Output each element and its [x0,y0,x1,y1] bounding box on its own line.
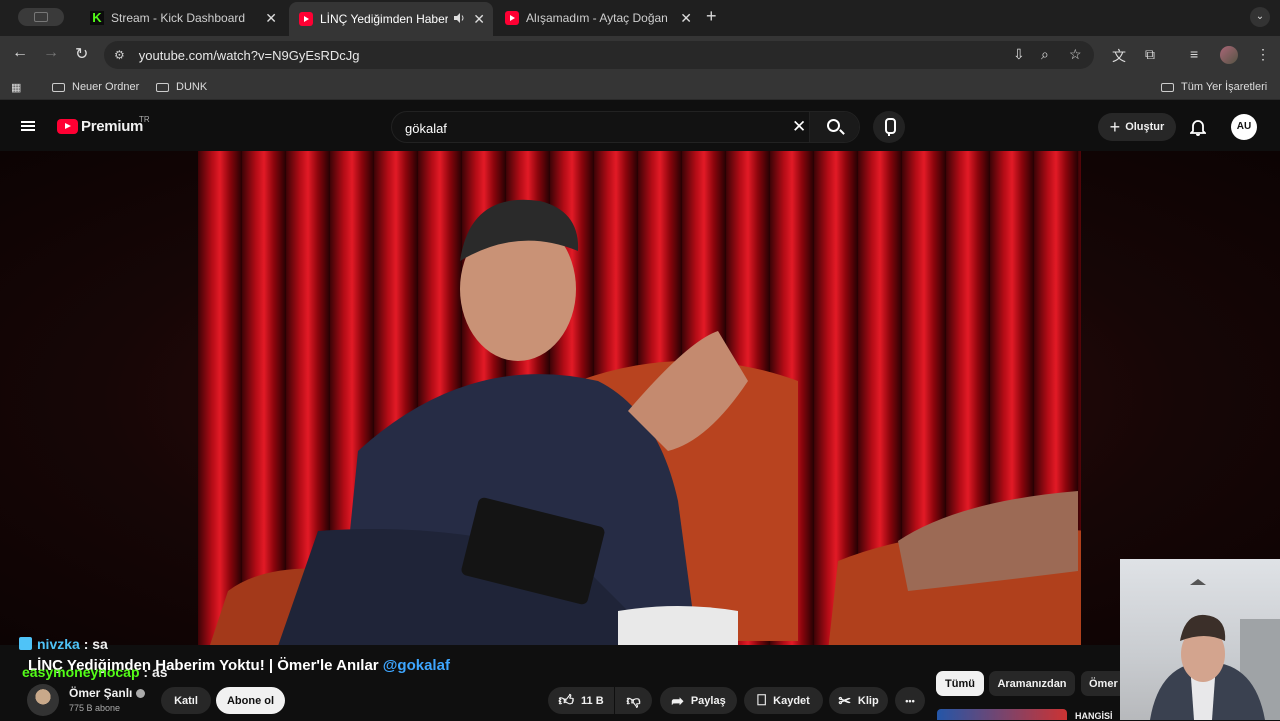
new-tab-button[interactable]: + [706,6,717,27]
clear-search-icon[interactable]: ✕ [792,117,806,137]
url-text[interactable]: youtube.com/watch?v=N9GyEsRDcJg [139,48,360,63]
clip-button[interactable]: ✂ Klip [829,687,888,714]
tab-title: Stream - Kick Dashboard [111,11,246,25]
more-actions-button[interactable]: ••• [895,687,925,714]
extensions-icon[interactable]: ⧉ [1145,46,1155,63]
youtube-icon [299,12,313,26]
forward-icon[interactable]: → [43,44,59,62]
close-tab-icon[interactable]: ✕ [265,10,277,27]
search-box[interactable]: gökalaf ✕ [391,111,860,143]
video-frame[interactable] [198,151,1081,645]
window-switcher-button[interactable] [18,8,64,26]
folder-icon [52,82,65,92]
browser-toolbar: ← → ↻ ⚙ youtube.com/watch?v=N9GyEsRDcJg … [0,36,1280,74]
more-icon: ••• [905,695,915,706]
profile-avatar[interactable] [1220,46,1238,64]
share-icon: ➦ [671,692,684,710]
notifications-bell-icon[interactable] [1188,118,1208,136]
thumbs-down-icon: 👎︎ [626,692,641,708]
plus-icon: + [1109,116,1121,137]
youtube-logo-icon[interactable] [57,119,78,134]
tab-search-icon[interactable]: ⌄ [1250,7,1270,27]
chip-from-search[interactable]: Aramanızdan [989,671,1075,696]
window-icon [34,12,48,22]
youtube-icon [505,11,519,25]
subscriber-count: 775 B abone [69,703,121,713]
channel-mention-link[interactable]: @gokalaf [383,657,450,674]
channel-name[interactable]: Ömer Şanlı [69,686,146,700]
close-tab-icon[interactable]: ✕ [473,11,485,28]
search-icon [827,119,840,132]
media-queue-icon[interactable]: ≡ [1190,46,1198,62]
share-button[interactable]: ➦ Paylaş [660,687,737,714]
all-bookmarks[interactable]: Tüm Yer İşaretleri [1161,81,1267,93]
tab-kick-dashboard[interactable]: K Stream - Kick Dashboard ✕ [80,4,285,32]
account-avatar[interactable]: AU [1231,114,1257,140]
address-bar[interactable]: ⚙ youtube.com/watch?v=N9GyEsRDcJg [104,41,1094,69]
bookmark-icon: ⎕ [757,692,767,709]
bookmark-star-icon[interactable]: ☆ [1069,46,1082,63]
webcam-scene [1150,579,1280,720]
reload-icon[interactable]: ↻ [75,44,88,64]
chip-all[interactable]: Tümü [936,671,984,696]
search-button[interactable] [809,112,859,142]
dislike-button[interactable]: 👎︎ [615,687,652,714]
browser-tab-bar: K Stream - Kick Dashboard ✕ LİNÇ Yediğim… [0,0,1280,36]
webcam-overlay [1120,559,1280,720]
translate-icon[interactable]: 文 [1112,46,1126,66]
join-button[interactable]: Katıl [161,687,211,714]
search-input[interactable]: gökalaf [405,121,447,136]
video-player[interactable] [0,151,1280,645]
chat-message: easymoneynocap : as [22,664,168,680]
chip-omer[interactable]: Ömer [1081,671,1125,696]
like-button[interactable]: 👍︎ 11 B [548,687,614,714]
youtube-header: Premium TR gökalaf ✕ + Oluştur AU [0,101,1280,151]
save-button[interactable]: ⎕ Kaydet [744,687,823,714]
like-count: 11 B [581,694,604,707]
bookmark-folder-dunk[interactable]: DUNK [156,81,207,93]
folder-icon [156,82,169,92]
verified-icon [136,689,146,699]
speaker-icon[interactable] [453,12,465,27]
scissors-icon: ✂ [838,692,851,710]
close-tab-icon[interactable]: ✕ [680,10,692,27]
menu-icon[interactable] [21,121,35,131]
create-button[interactable]: + Oluştur [1098,113,1176,141]
chat-message: nivzka : sa [19,636,108,652]
thumbs-up-icon: 👍︎ [558,691,575,709]
recommended-video-thumbnail[interactable] [937,709,1067,720]
chat-username: easymoneynocap [22,664,140,680]
chat-text: : as [139,664,168,680]
tab-youtube-video[interactable]: LİNÇ Yediğimden Haberim ✕ [289,2,493,36]
apps-grid-icon[interactable]: ▦ [11,81,21,94]
folder-icon [1161,82,1174,92]
install-app-icon[interactable]: ⇩ [1013,46,1025,63]
browser-menu-icon[interactable]: ⋮ [1256,46,1270,63]
back-icon[interactable]: ← [12,44,28,62]
video-scene [210,199,1081,645]
chat-username: nivzka [37,636,80,652]
region-code: TR [139,115,150,124]
voice-search-icon[interactable] [873,111,905,143]
kick-badge-icon [19,637,32,650]
kick-icon: K [90,11,104,25]
chat-text: : sa [79,636,108,652]
tab-title: Alışamadım - Aytaç Doğan Ka [526,11,672,25]
tab-youtube-alisamadim[interactable]: Alışamadım - Aytaç Doğan Ka ✕ [495,4,700,32]
bookmarks-bar: ▦ Neuer Ordner DUNK Tüm Yer İşaretleri [0,74,1280,100]
tab-title: LİNÇ Yediğimden Haberim [320,12,448,26]
youtube-premium-logo[interactable]: Premium [81,118,143,135]
site-info-icon[interactable]: ⚙ [114,48,125,62]
bookmark-folder-neuer-ordner[interactable]: Neuer Ordner [52,81,139,93]
subscribe-button[interactable]: Abone ol [216,687,285,714]
channel-avatar[interactable] [27,684,59,716]
zoom-icon[interactable]: ⌕ [1041,46,1049,63]
